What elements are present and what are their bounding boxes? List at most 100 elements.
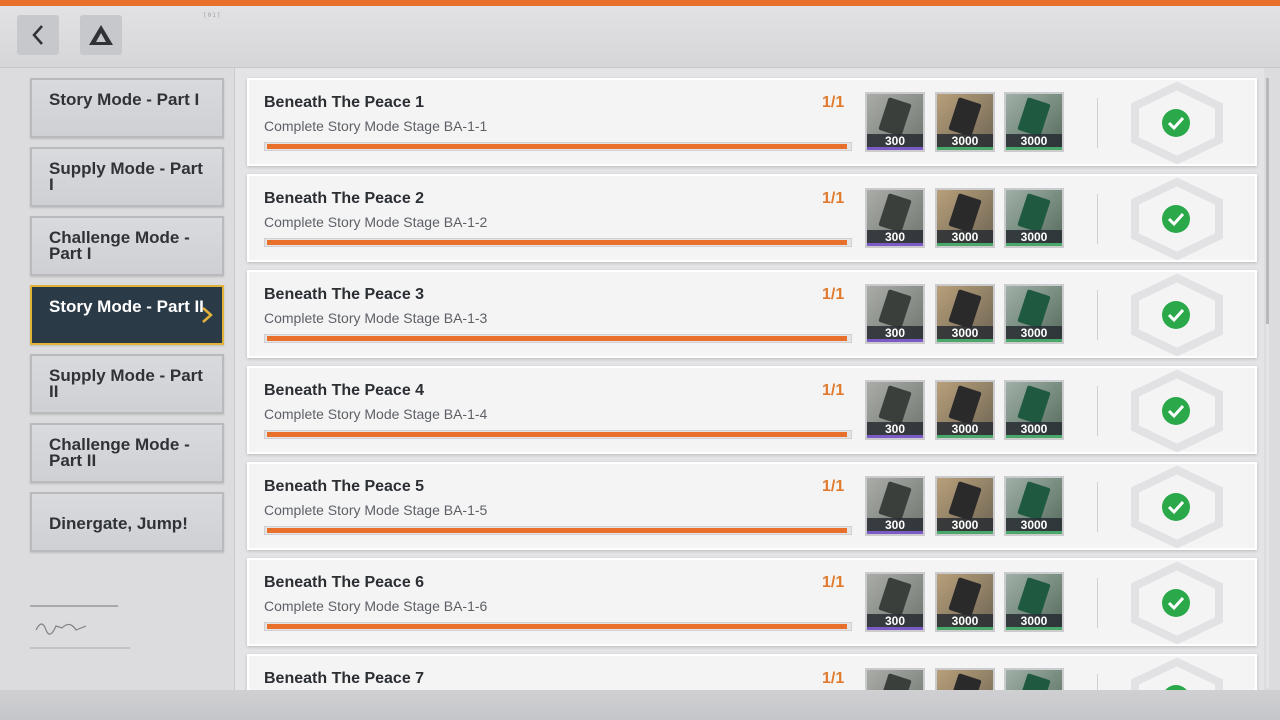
reward-item[interactable] [1004, 668, 1064, 690]
progress-bar-fill [267, 624, 847, 629]
card-divider [1097, 98, 1098, 148]
decorative-signature [30, 605, 130, 649]
reward-quantity: 3000 [1006, 326, 1062, 342]
reward-item[interactable] [935, 668, 995, 690]
reward-quantity: 3000 [937, 134, 993, 150]
circuit-card-icon [1017, 577, 1051, 617]
progress-bar [264, 142, 852, 151]
circuit-card-icon [1017, 193, 1051, 233]
reward-item[interactable]: 3000 [1004, 92, 1064, 152]
gold-card-icon [948, 577, 982, 617]
mission-card[interactable]: Beneath The Peace 4 Complete Story Mode S… [247, 366, 1257, 454]
card-divider [1097, 194, 1098, 244]
reward-quantity: 3000 [1006, 422, 1062, 438]
reward-item[interactable]: 300 [865, 380, 925, 440]
reward-quantity: 3000 [1006, 614, 1062, 630]
sidebar-item-label: Story Mode - Part I [49, 90, 200, 109]
reward-item[interactable]: 3000 [935, 188, 995, 248]
reward-quantity: 3000 [1006, 134, 1062, 150]
mission-description: Complete Story Mode Stage BA-1-4 [264, 406, 488, 422]
reward-item[interactable]: 300 [865, 572, 925, 632]
mission-title: Beneath The Peace 6 [264, 574, 425, 591]
mission-description: Complete Story Mode Stage BA-1-6 [264, 598, 488, 614]
mission-list[interactable]: Beneath The Peace 1 Complete Story Mode S… [234, 68, 1264, 690]
reward-item[interactable]: 300 [865, 476, 925, 536]
progress-bar [264, 622, 852, 631]
home-button[interactable] [80, 15, 122, 55]
sidebar: Story Mode - Part I Supply Mode - Part I… [30, 78, 224, 561]
back-button[interactable] [17, 15, 59, 55]
sidebar-item-story-part-1[interactable]: Story Mode - Part I [30, 78, 224, 138]
id-card-icon [878, 577, 912, 617]
id-card-icon [878, 97, 912, 137]
mission-progress-count: 1/1 [822, 382, 845, 399]
reward-item[interactable]: 3000 [935, 572, 995, 632]
reward-item[interactable]: 3000 [935, 380, 995, 440]
reward-item[interactable]: 3000 [935, 284, 995, 344]
mission-card[interactable]: Beneath The Peace 3 Complete Story Mode S… [247, 270, 1257, 358]
card-divider [1097, 386, 1098, 436]
gold-card-icon [948, 97, 982, 137]
sidebar-item-supply-part-1[interactable]: Supply Mode - Part I [30, 147, 224, 207]
mission-card[interactable]: Beneath The Peace 6 Complete Story Mode S… [247, 558, 1257, 646]
circuit-card-icon [1017, 385, 1051, 425]
reward-item[interactable]: 300 [865, 284, 925, 344]
reward-item[interactable]: 3000 [1004, 284, 1064, 344]
progress-bar-fill [267, 528, 847, 533]
mission-title: Beneath The Peace 7 [264, 670, 425, 687]
sidebar-item-label: Supply Mode - Part I [49, 159, 203, 194]
gold-card-icon [948, 385, 982, 425]
mission-card[interactable]: Beneath The Peace 2 Complete Story Mode S… [247, 174, 1257, 262]
gold-card-icon [948, 193, 982, 233]
mission-title: Beneath The Peace 5 [264, 478, 425, 495]
mission-progress-count: 1/1 [822, 478, 845, 495]
reward-quantity: 300 [867, 134, 923, 150]
mission-description: Complete Story Mode Stage BA-1-3 [264, 310, 488, 326]
triangle-logo-icon [89, 25, 113, 45]
mission-title: Beneath The Peace 4 [264, 382, 425, 399]
sidebar-item-story-part-2[interactable]: Story Mode - Part II [30, 285, 224, 345]
sidebar-item-dinergate-jump[interactable]: Dinergate, Jump! [30, 492, 224, 552]
sidebar-item-challenge-part-1[interactable]: Challenge Mode - Part I [30, 216, 224, 276]
progress-bar-fill [267, 144, 847, 149]
reward-item[interactable]: 300 [865, 188, 925, 248]
reward-item[interactable]: 3000 [1004, 476, 1064, 536]
reward-item[interactable] [865, 668, 925, 690]
reward-quantity: 300 [867, 326, 923, 342]
scrollbar-thumb[interactable] [1266, 78, 1269, 324]
top-bar: [01] [0, 6, 1280, 68]
sidebar-item-challenge-part-2[interactable]: Challenge Mode - Part II [30, 423, 224, 483]
mission-card[interactable]: Beneath The Peace 5 Complete Story Mode S… [247, 462, 1257, 550]
sidebar-item-supply-part-2[interactable]: Supply Mode - Part II [30, 354, 224, 414]
circuit-card-icon [1017, 481, 1051, 521]
chevron-right-icon [202, 307, 213, 323]
mission-progress-count: 1/1 [822, 574, 845, 591]
reward-item[interactable]: 3000 [935, 92, 995, 152]
reward-item[interactable]: 3000 [1004, 188, 1064, 248]
mission-description: Complete Story Mode Stage BA-1-2 [264, 214, 488, 230]
reward-item[interactable]: 3000 [935, 476, 995, 536]
sidebar-item-label: Challenge Mode - Part I [49, 228, 190, 263]
id-card-icon [878, 481, 912, 521]
reward-item[interactable]: 300 [865, 92, 925, 152]
mission-card[interactable]: Beneath The Peace 1 Complete Story Mode S… [247, 78, 1257, 166]
reward-quantity: 3000 [1006, 230, 1062, 246]
id-card-icon [878, 289, 912, 329]
mission-progress-count: 1/1 [822, 670, 845, 687]
bottom-deco-bar [0, 690, 1280, 720]
mission-card[interactable]: Beneath The Peace 7 1/1 [247, 654, 1257, 690]
check-icon [1162, 109, 1190, 137]
reward-quantity: 3000 [937, 230, 993, 246]
card-divider [1097, 578, 1098, 628]
circuit-card-icon [1017, 289, 1051, 329]
reward-item[interactable]: 3000 [1004, 380, 1064, 440]
reward-quantity: 3000 [937, 422, 993, 438]
chevron-left-icon [32, 25, 43, 45]
reward-quantity: 300 [867, 230, 923, 246]
reward-item[interactable]: 3000 [1004, 572, 1064, 632]
progress-bar-fill [267, 432, 847, 437]
reward-quantity: 300 [867, 518, 923, 534]
mission-description: Complete Story Mode Stage BA-1-1 [264, 118, 488, 134]
check-icon [1162, 493, 1190, 521]
sidebar-item-label: Supply Mode - Part II [49, 366, 203, 401]
